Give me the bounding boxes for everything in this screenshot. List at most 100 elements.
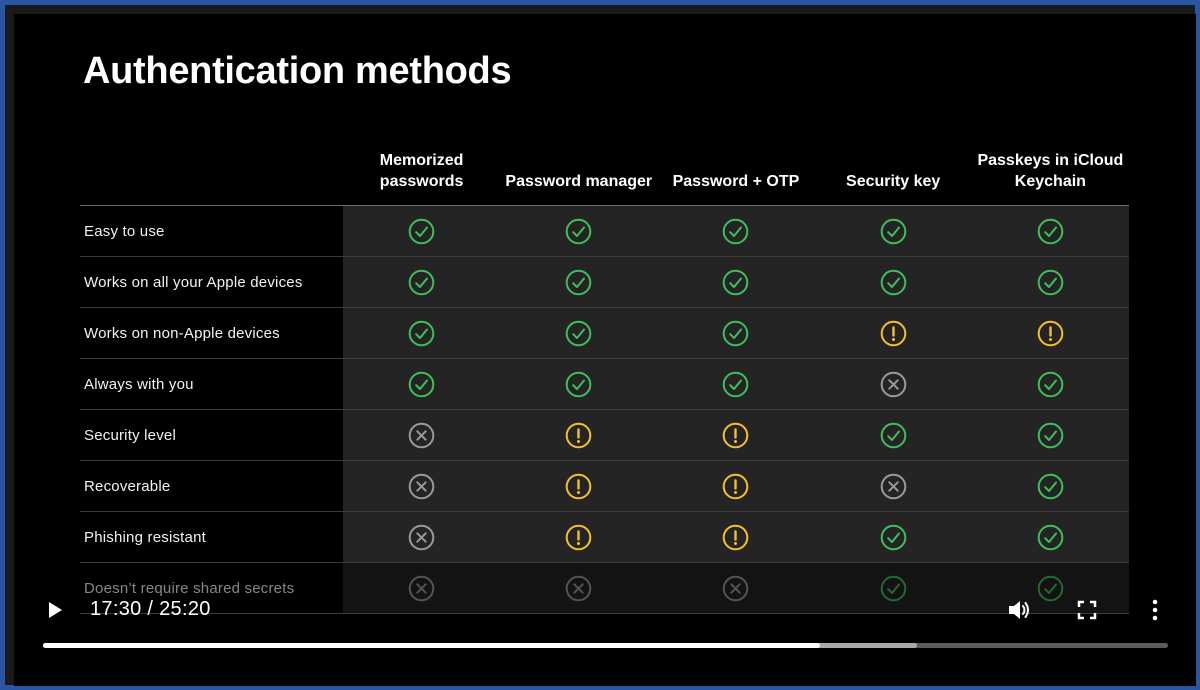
progress-bar[interactable] (43, 643, 1168, 648)
column-header: Security key (814, 140, 972, 206)
status-cell (814, 205, 972, 257)
table-row: Doesn’t require shared secrets (80, 562, 1129, 614)
status-cell (814, 511, 972, 563)
check-circle-icon (880, 524, 907, 551)
volume-button[interactable] (1006, 597, 1032, 623)
status-cell (500, 205, 658, 257)
column-header: Password manager (500, 140, 658, 206)
check-circle-icon (880, 269, 907, 296)
exclamation-circle-icon (722, 473, 749, 500)
play-icon (49, 602, 62, 618)
check-circle-icon (880, 422, 907, 449)
status-cell (500, 460, 658, 512)
video-player[interactable]: Authentication methods Memorized passwor… (14, 14, 1196, 686)
video-frame: Authentication methods Memorized passwor… (0, 0, 1200, 690)
status-cell (500, 256, 658, 308)
volume-icon (1009, 601, 1029, 619)
play-button[interactable] (44, 599, 66, 621)
status-cell (657, 409, 815, 461)
status-cell (343, 409, 501, 461)
x-circle-icon (408, 575, 435, 602)
table-row: Works on non-Apple devices (80, 307, 1129, 359)
more-options-button[interactable] (1148, 597, 1162, 623)
table-row: Security level (80, 409, 1129, 461)
check-circle-icon (408, 269, 435, 296)
check-circle-icon (722, 320, 749, 347)
status-cell (814, 307, 972, 359)
column-header: Passkeys in iCloud Keychain (971, 140, 1129, 206)
status-cell (500, 358, 658, 410)
status-cell (343, 460, 501, 512)
exclamation-circle-icon (722, 524, 749, 551)
status-cell (971, 256, 1129, 308)
table-row: Recoverable (80, 460, 1129, 512)
header-row: Memorized passwords Password manager Pas… (80, 140, 1129, 206)
check-circle-icon (722, 269, 749, 296)
status-cell (814, 460, 972, 512)
check-circle-icon (1037, 524, 1064, 551)
row-label: Security level (80, 409, 343, 461)
status-cell (343, 205, 501, 257)
header-corner (80, 140, 343, 206)
status-cell (657, 205, 815, 257)
x-circle-icon (880, 371, 907, 398)
row-label: Easy to use (80, 205, 343, 257)
status-cell (500, 307, 658, 359)
fullscreen-button[interactable] (1075, 598, 1099, 622)
status-cell (814, 409, 972, 461)
exclamation-circle-icon (722, 422, 749, 449)
check-circle-icon (880, 218, 907, 245)
check-circle-icon (565, 269, 592, 296)
status-cell (971, 511, 1129, 563)
status-cell (500, 562, 658, 614)
column-header: Memorized passwords (343, 140, 501, 206)
status-cell (814, 256, 972, 308)
status-cell (343, 256, 501, 308)
check-circle-icon (722, 371, 749, 398)
x-circle-icon (880, 473, 907, 500)
check-circle-icon (1037, 269, 1064, 296)
check-circle-icon (1037, 422, 1064, 449)
row-label: Always with you (80, 358, 343, 410)
status-cell (343, 358, 501, 410)
row-label: Works on non-Apple devices (80, 307, 343, 359)
status-cell (343, 562, 501, 614)
exclamation-circle-icon (1037, 320, 1064, 347)
status-cell (500, 409, 658, 461)
more-vertical-icon (1152, 599, 1158, 621)
status-cell (657, 562, 815, 614)
status-cell (343, 307, 501, 359)
check-circle-icon (1037, 371, 1064, 398)
slide-title: Authentication methods (83, 50, 512, 92)
status-cell (814, 562, 972, 614)
check-circle-icon (408, 218, 435, 245)
status-cell (971, 358, 1129, 410)
status-cell (971, 205, 1129, 257)
exclamation-circle-icon (880, 320, 907, 347)
status-cell (657, 358, 815, 410)
status-cell (657, 511, 815, 563)
exclamation-circle-icon (565, 524, 592, 551)
check-circle-icon (408, 371, 435, 398)
check-circle-icon (565, 371, 592, 398)
fullscreen-icon (1077, 600, 1097, 620)
comparison-table: Memorized passwords Password manager Pas… (80, 140, 1129, 614)
status-cell (971, 460, 1129, 512)
table-row: Works on all your Apple devices (80, 256, 1129, 308)
check-circle-icon (408, 320, 435, 347)
status-cell (814, 358, 972, 410)
check-circle-icon (722, 218, 749, 245)
exclamation-circle-icon (565, 422, 592, 449)
check-circle-icon (1037, 473, 1064, 500)
row-label: Recoverable (80, 460, 343, 512)
column-header: Password + OTP (657, 140, 815, 206)
table-row: Easy to use (80, 205, 1129, 257)
row-label: Works on all your Apple devices (80, 256, 343, 308)
check-circle-icon (880, 575, 907, 602)
status-cell (343, 511, 501, 563)
x-circle-icon (408, 422, 435, 449)
progress-played (43, 643, 821, 648)
x-circle-icon (408, 524, 435, 551)
status-cell (657, 256, 815, 308)
check-circle-icon (565, 218, 592, 245)
